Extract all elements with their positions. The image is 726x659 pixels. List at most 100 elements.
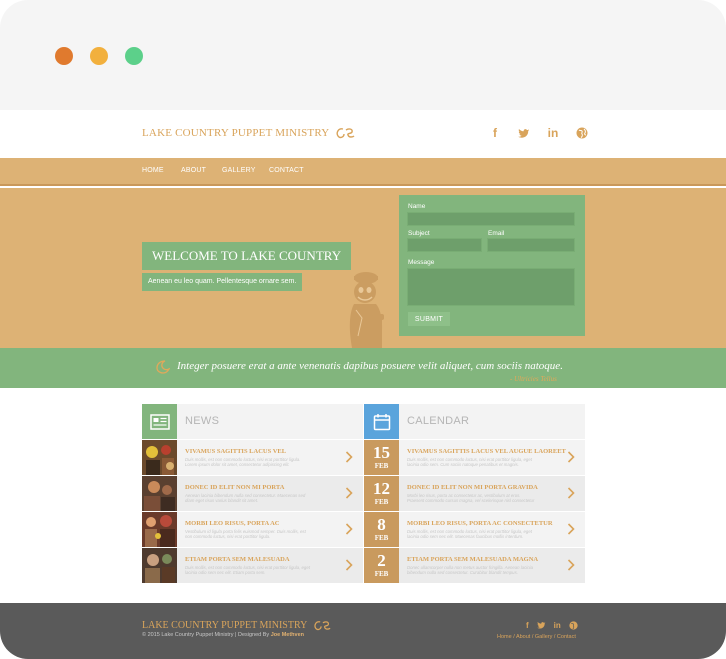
social-links: f in: [488, 126, 589, 140]
subject-field[interactable]: [407, 238, 482, 252]
news-item[interactable]: ETIAM PORTA SEM MALESUADA Duis mollis, e…: [142, 548, 363, 583]
footer-logo[interactable]: LAKE COUNTRY PUPPET MINISTRY: [142, 620, 331, 631]
news-item[interactable]: MORBI LEO RISUS, PORTA AC Vestibulum id …: [142, 512, 363, 547]
news-thumbnail: [142, 476, 177, 511]
copyright-text: © 2015 Lake Country Puppet Ministry | De…: [142, 632, 271, 638]
event-body: Donec ullamcorper nulla non metus auctor…: [407, 565, 533, 575]
globe-icon[interactable]: [569, 621, 578, 632]
twitter-icon[interactable]: [517, 126, 531, 140]
news-header: NEWS: [142, 404, 363, 439]
chevron-right-icon[interactable]: [567, 487, 575, 499]
event-month: FEB: [374, 570, 389, 578]
site-logo[interactable]: LAKE COUNTRY PUPPET MINISTRY: [142, 127, 355, 139]
chevron-right-icon[interactable]: [345, 487, 353, 499]
submit-button[interactable]: SUBMIT: [408, 312, 450, 326]
footer-logo-text: LAKE COUNTRY PUPPET MINISTRY: [142, 620, 308, 631]
chevron-right-icon[interactable]: [567, 523, 575, 535]
logo-mark-icon: [336, 128, 355, 139]
browser-window: LAKE COUNTRY PUPPET MINISTRY f in HOME A…: [0, 0, 726, 659]
chevron-right-icon[interactable]: [345, 451, 353, 463]
contact-form: Name Subject Email Message SUBMIT: [399, 195, 585, 336]
nav-gallery[interactable]: GALLERY: [222, 167, 256, 174]
nav-home[interactable]: HOME: [142, 167, 164, 174]
calendar-item[interactable]: 2 FEB ETIAM PORTA SEM MALESUADA MAGNA Do…: [364, 548, 585, 583]
site-logo-text: LAKE COUNTRY PUPPET MINISTRY: [142, 127, 330, 139]
nav-about[interactable]: ABOUT: [181, 167, 206, 174]
quote-banner: Integer posuere erat a ante venenatis da…: [0, 348, 726, 388]
maximize-window-button[interactable]: [125, 47, 143, 65]
news-item-title: MORBI LEO RISUS, PORTA AC: [185, 520, 280, 527]
calendar-title: CALENDAR: [407, 415, 470, 427]
news-item-body: Aenean lacinia bibendum nulla sed consec…: [185, 493, 306, 503]
event-month: FEB: [374, 534, 389, 542]
event-title: DONEC ID ELIT NON MI PORTA GRAVIDA: [407, 484, 538, 491]
chevron-right-icon[interactable]: [567, 451, 575, 463]
main-nav: HOME ABOUT GALLERY CONTACT: [0, 158, 726, 186]
event-title: ETIAM PORTA SEM MALESUADA MAGNA: [407, 556, 539, 563]
event-day: 12: [373, 479, 390, 498]
quote-text: Integer posuere erat a ante venenatis da…: [177, 360, 563, 372]
news-thumbnail: [142, 440, 177, 475]
event-month: FEB: [374, 498, 389, 506]
footer-links[interactable]: Home / About / Gallery / Contact: [497, 634, 576, 640]
site-footer: LAKE COUNTRY PUPPET MINISTRY © 2015 Lake…: [0, 603, 726, 659]
name-label: Name: [408, 203, 426, 210]
footer-social-links: f in: [526, 621, 578, 632]
hero-section: WELCOME TO LAKE COUNTRY Aenean eu leo qu…: [0, 188, 726, 348]
calendar-item[interactable]: 8 FEB MORBI LEO RISUS, PORTA AC CONSECTE…: [364, 512, 585, 547]
news-item-body: Vestibulum id ligula porta felis euismod…: [185, 529, 306, 539]
calendar-item[interactable]: 15 FEB VIVAMUS SAGITTIS LACUS VEL AUGUE …: [364, 440, 585, 475]
close-window-button[interactable]: [55, 47, 73, 65]
news-thumbnail: [142, 512, 177, 547]
news-item[interactable]: VIVAMUS SAGITTIS LACUS VEL Duis mollis, …: [142, 440, 363, 475]
event-body: Duis mollis, est non commodo luctus, nis…: [407, 457, 532, 467]
news-item-title: VIVAMUS SAGITTIS LACUS VEL: [185, 448, 287, 455]
news-thumbnail: [142, 548, 177, 583]
event-day: 8: [377, 515, 386, 534]
browser-chrome: [0, 0, 726, 110]
news-section: NEWS VIVAMUS SAGITTIS LACUS VEL Duis mol…: [142, 404, 363, 583]
linkedin-icon[interactable]: in: [546, 126, 560, 140]
globe-icon[interactable]: [575, 126, 589, 140]
event-day: 2: [377, 551, 386, 570]
calendar-section: CALENDAR 15 FEB VIVAMUS SAGITTIS LACUS V…: [364, 404, 585, 583]
message-field[interactable]: [407, 268, 575, 306]
email-label: Email: [488, 230, 505, 237]
email-field[interactable]: [487, 238, 575, 252]
news-item-title: ETIAM PORTA SEM MALESUADA: [185, 556, 290, 563]
newspaper-icon: [142, 404, 177, 439]
quote-author: - Ultricies Tellus: [510, 375, 557, 383]
calendar-item[interactable]: 12 FEB DONEC ID ELIT NON MI PORTA GRAVID…: [364, 476, 585, 511]
footer-copyright: © 2015 Lake Country Puppet Ministry | De…: [142, 632, 304, 638]
welcome-heading: WELCOME TO LAKE COUNTRY: [142, 242, 352, 270]
message-label: Message: [408, 259, 435, 266]
moon-icon: [156, 360, 170, 374]
event-body: Morbi leo risus, porta ac consectetur ac…: [407, 493, 535, 504]
news-item-body: Duis mollis, est non commodo luctus, nis…: [185, 565, 310, 575]
minimize-window-button[interactable]: [90, 47, 108, 65]
news-title: NEWS: [185, 415, 220, 427]
news-item[interactable]: DONEC ID ELIT NON MI PORTA Aenean lacini…: [142, 476, 363, 511]
chevron-right-icon[interactable]: [345, 523, 353, 535]
designer-link[interactable]: Joe Methven: [271, 632, 304, 638]
event-date: 8 FEB: [364, 512, 399, 547]
chevron-right-icon[interactable]: [567, 559, 575, 571]
logo-mark-icon: [314, 621, 331, 631]
twitter-icon[interactable]: [536, 621, 546, 632]
facebook-icon[interactable]: f: [526, 621, 529, 632]
chevron-right-icon[interactable]: [345, 559, 353, 571]
puppet-illustration: [349, 272, 384, 348]
facebook-icon[interactable]: f: [488, 126, 502, 140]
news-item-title: DONEC ID ELIT NON MI PORTA: [185, 484, 285, 491]
event-title: MORBI LEO RISUS, PORTA AC CONSECTETUR: [407, 520, 553, 527]
event-title: VIVAMUS SAGITTIS LACUS VEL AUGUE LAOREET: [407, 448, 566, 455]
event-day: 15: [373, 443, 390, 462]
linkedin-icon[interactable]: in: [554, 621, 561, 632]
name-field[interactable]: [407, 212, 575, 226]
event-body: Duis mollis, est non commodo luctus, nis…: [407, 529, 532, 539]
event-month: FEB: [374, 462, 389, 470]
welcome-subtext: Aenean eu leo quam. Pellentesque ornare …: [142, 273, 303, 291]
event-date: 12 FEB: [364, 476, 399, 511]
news-item-body: Duis mollis, est non commodo luctus, nis…: [185, 457, 301, 467]
nav-contact[interactable]: CONTACT: [269, 167, 304, 174]
